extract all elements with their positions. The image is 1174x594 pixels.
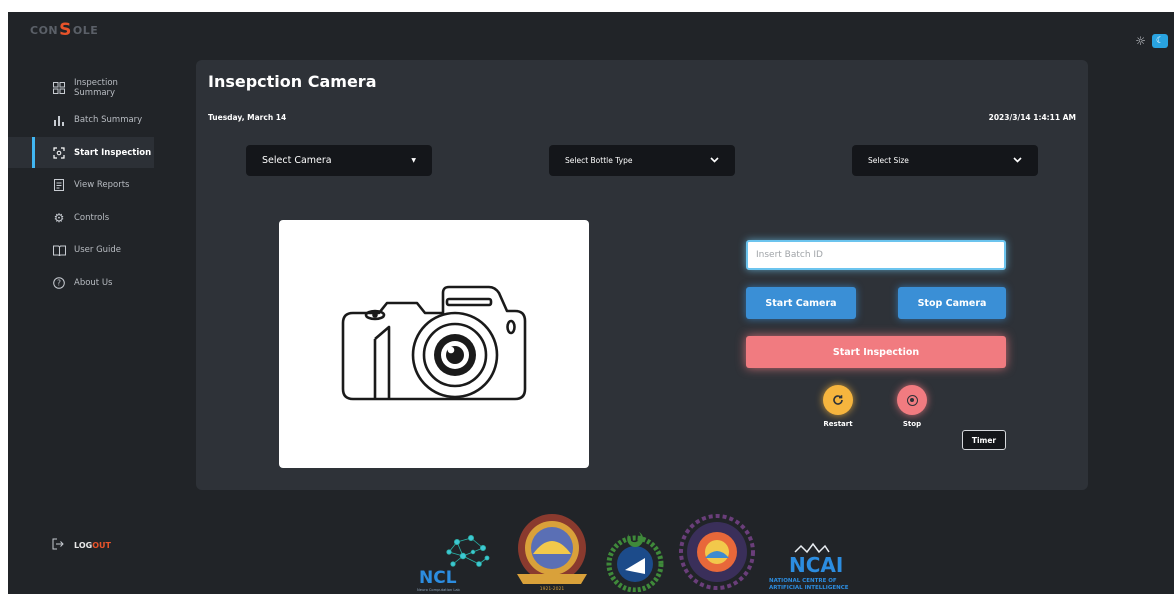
refresh-icon: [833, 395, 843, 405]
partner-logos: NCL Neuro Computation Lab 1921-2021 NCAI…: [413, 512, 865, 592]
bar-chart-icon: [52, 113, 66, 127]
sidebar-item-label: View Reports: [74, 180, 130, 190]
stop-camera-button[interactable]: Stop Camera: [898, 287, 1006, 319]
brand-prefix: CON: [30, 23, 59, 37]
current-date: Tuesday, March 14: [208, 113, 287, 122]
sidebar-item-label: Batch Summary: [74, 115, 143, 125]
timer-button[interactable]: Timer: [962, 430, 1006, 450]
book-icon: [52, 243, 66, 257]
sidebar: Inspection Summary Batch Summary Start I…: [8, 72, 158, 300]
stop-label: Stop: [902, 420, 922, 428]
ncl-logo: NCL Neuro Computation Lab: [417, 535, 490, 592]
brand-logo: CON S OLE: [30, 20, 98, 40]
seal-years: 1921-2021: [540, 586, 565, 592]
logout-icon: [52, 538, 64, 552]
caret-down-icon: ▼: [411, 157, 416, 164]
bottle-type-select-label: Select Bottle Type: [565, 156, 633, 165]
stop-button[interactable]: [897, 385, 927, 415]
university-seal-logo: 1921-2021: [517, 514, 587, 592]
grid-icon: [52, 81, 66, 95]
brand-mark: S: [59, 20, 72, 40]
sidebar-item-inspection-summary[interactable]: Inspection Summary: [8, 72, 158, 103]
bottle-type-select[interactable]: Select Bottle Type: [549, 145, 735, 176]
sidebar-item-label: Inspection Summary: [74, 77, 118, 98]
gear-seal-logo: [679, 514, 755, 590]
ncai-logo: NCAI NATIONAL CENTRE OF ARTIFICIAL INTEL…: [769, 542, 849, 591]
report-icon: [52, 178, 66, 192]
moon-icon[interactable]: ☾: [1152, 34, 1168, 48]
sidebar-item-batch-summary[interactable]: Batch Summary: [8, 105, 158, 136]
brand-suffix: OLE: [72, 23, 99, 37]
camera-preview: [279, 220, 589, 468]
inspection-panel: Insepction Camera Tuesday, March 14 2023…: [196, 60, 1088, 490]
page-title: Insepction Camera: [208, 72, 377, 91]
restart-button[interactable]: [823, 385, 853, 415]
sidebar-item-label: Controls: [74, 212, 110, 223]
start-camera-button[interactable]: Start Camera: [746, 287, 856, 319]
sidebar-item-label: User Guide: [74, 245, 122, 255]
ncl-logo-subtitle: Neuro Computation Lab: [417, 588, 461, 592]
svg-text:?: ?: [57, 278, 61, 287]
hec-logo: [606, 532, 664, 592]
scan-icon: [52, 146, 66, 160]
sidebar-item-label: Start Inspection: [74, 147, 152, 158]
gear-icon: ⚙: [53, 210, 65, 225]
sidebar-item-user-guide[interactable]: User Guide: [8, 235, 158, 266]
ncai-logo-line1: NATIONAL CENTRE OF: [769, 578, 837, 584]
current-datetime: 2023/3/14 1:4:11 AM: [988, 113, 1076, 122]
chevron-down-icon: [1013, 156, 1022, 166]
sun-icon[interactable]: ☼: [1135, 34, 1146, 48]
sidebar-item-about-us[interactable]: ? About Us: [8, 267, 158, 298]
sidebar-item-start-inspection[interactable]: Start Inspection: [8, 137, 154, 168]
restart-label: Restart: [823, 420, 853, 428]
sidebar-item-controls[interactable]: ⚙ Controls: [8, 202, 158, 233]
ncai-logo-line2: ARTIFICIAL INTELLIGENCE: [769, 585, 849, 591]
sidebar-item-label: About Us: [74, 277, 113, 288]
app-window: CON S OLE ☼ ☾ Inspection Summary Batch Sum…: [8, 12, 1174, 594]
chevron-down-icon: [710, 156, 719, 166]
sidebar-item-view-reports[interactable]: View Reports: [8, 170, 158, 201]
logout-label-log: LOG: [74, 540, 93, 550]
size-select[interactable]: Select Size: [852, 145, 1038, 176]
theme-toggle[interactable]: ☼ ☾: [1135, 34, 1168, 48]
logout-label: LOGOUT: [74, 541, 111, 550]
logout-button[interactable]: LOGOUT: [52, 538, 111, 552]
question-icon: ?: [52, 276, 66, 290]
ncl-logo-text: NCL: [419, 568, 457, 588]
size-select-label: Select Size: [868, 156, 909, 165]
start-inspection-button[interactable]: Start Inspection: [746, 336, 1006, 368]
camera-select-label: Select Camera: [262, 155, 332, 166]
batch-id-input[interactable]: [746, 240, 1006, 270]
ncai-logo-text: NCAI: [789, 553, 843, 577]
camera-icon: [341, 285, 527, 401]
record-icon: [906, 394, 918, 406]
camera-select[interactable]: Select Camera ▼: [246, 145, 432, 176]
logout-label-out: OUT: [92, 540, 111, 550]
